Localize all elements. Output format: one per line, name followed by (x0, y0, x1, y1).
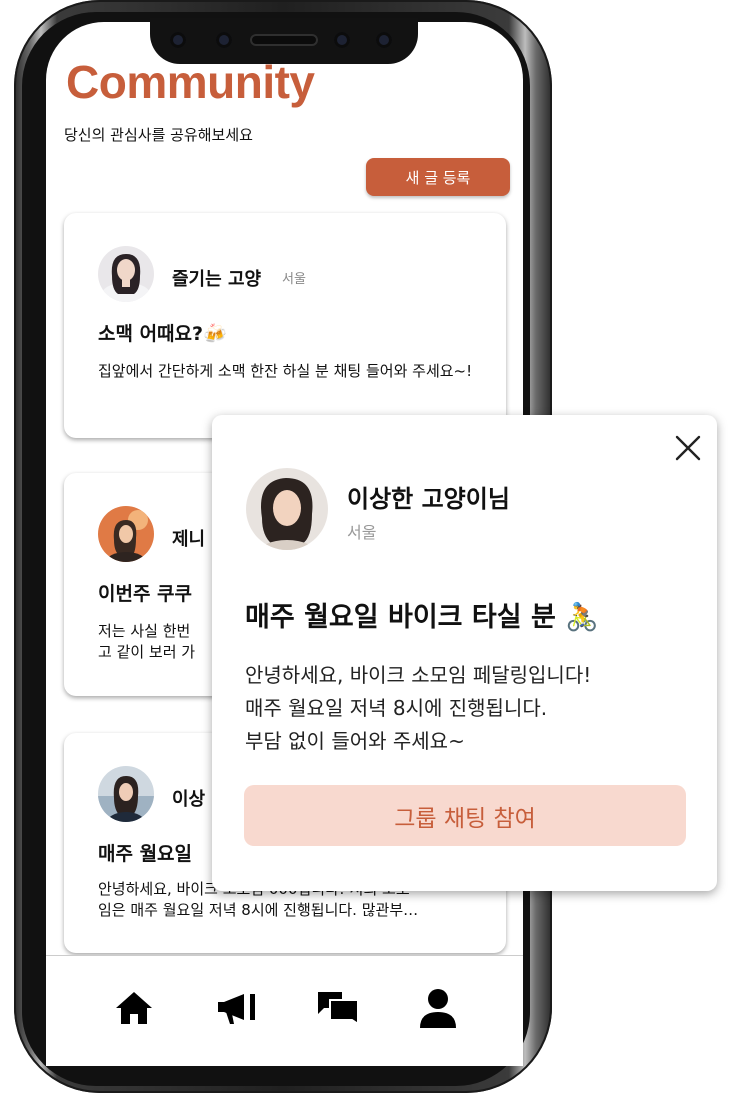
post-title: 매주 월요일 (98, 843, 193, 865)
post-title: 소맥 어때요?🍻 (98, 323, 227, 345)
post-body: 안녕하세요, 바이크 소모임 페달링입니다! 매주 월요일 저녁 8시에 진행됩… (245, 663, 592, 753)
camera-icon (376, 32, 392, 48)
bottom-nav (46, 955, 523, 1066)
avatar (98, 506, 154, 562)
author-name: 즐기는 고양 (172, 269, 262, 290)
author-name: 이상 (172, 789, 206, 810)
sensor-icon (170, 32, 186, 48)
join-group-chat-button[interactable]: 그룹 채팅 참여 (244, 785, 686, 846)
speaker-icon (250, 34, 318, 46)
author-name: 제니 (172, 529, 206, 550)
sensor-icon (216, 32, 232, 48)
close-icon[interactable] (673, 433, 703, 463)
post-title: 이번주 쿠쿠 (98, 583, 193, 605)
post-detail-modal: 이상한 고양이님 서울 매주 월요일 바이크 타실 분 🚴 안녕하세요, 바이크… (212, 415, 717, 891)
page-subtitle: 당신의 관심사를 공유해보세요 (64, 126, 253, 144)
chat-icon[interactable] (316, 986, 360, 1030)
megaphone-icon[interactable] (214, 986, 258, 1030)
avatar (246, 468, 328, 550)
camera-icon (334, 32, 350, 48)
author-location: 서울 (347, 523, 377, 542)
user-icon[interactable] (416, 986, 460, 1030)
home-icon[interactable] (112, 986, 156, 1030)
avatar (98, 246, 154, 302)
post-body: 집앞에서 간단하게 소맥 한잔 하실 분 채팅 들어와 주세요~! (98, 362, 473, 380)
avatar (98, 766, 154, 822)
author-name: 이상한 고양이님 (347, 485, 510, 513)
page-title: Community (66, 56, 315, 108)
post-title: 매주 월요일 바이크 타실 분 🚴 (245, 602, 599, 633)
new-post-button[interactable]: 새 글 등록 (366, 158, 510, 196)
author-location: 서울 (282, 272, 306, 287)
post-card[interactable]: 즐기는 고양 서울 소맥 어때요?🍻 집앞에서 간단하게 소맥 한잔 하실 분 … (64, 213, 506, 438)
